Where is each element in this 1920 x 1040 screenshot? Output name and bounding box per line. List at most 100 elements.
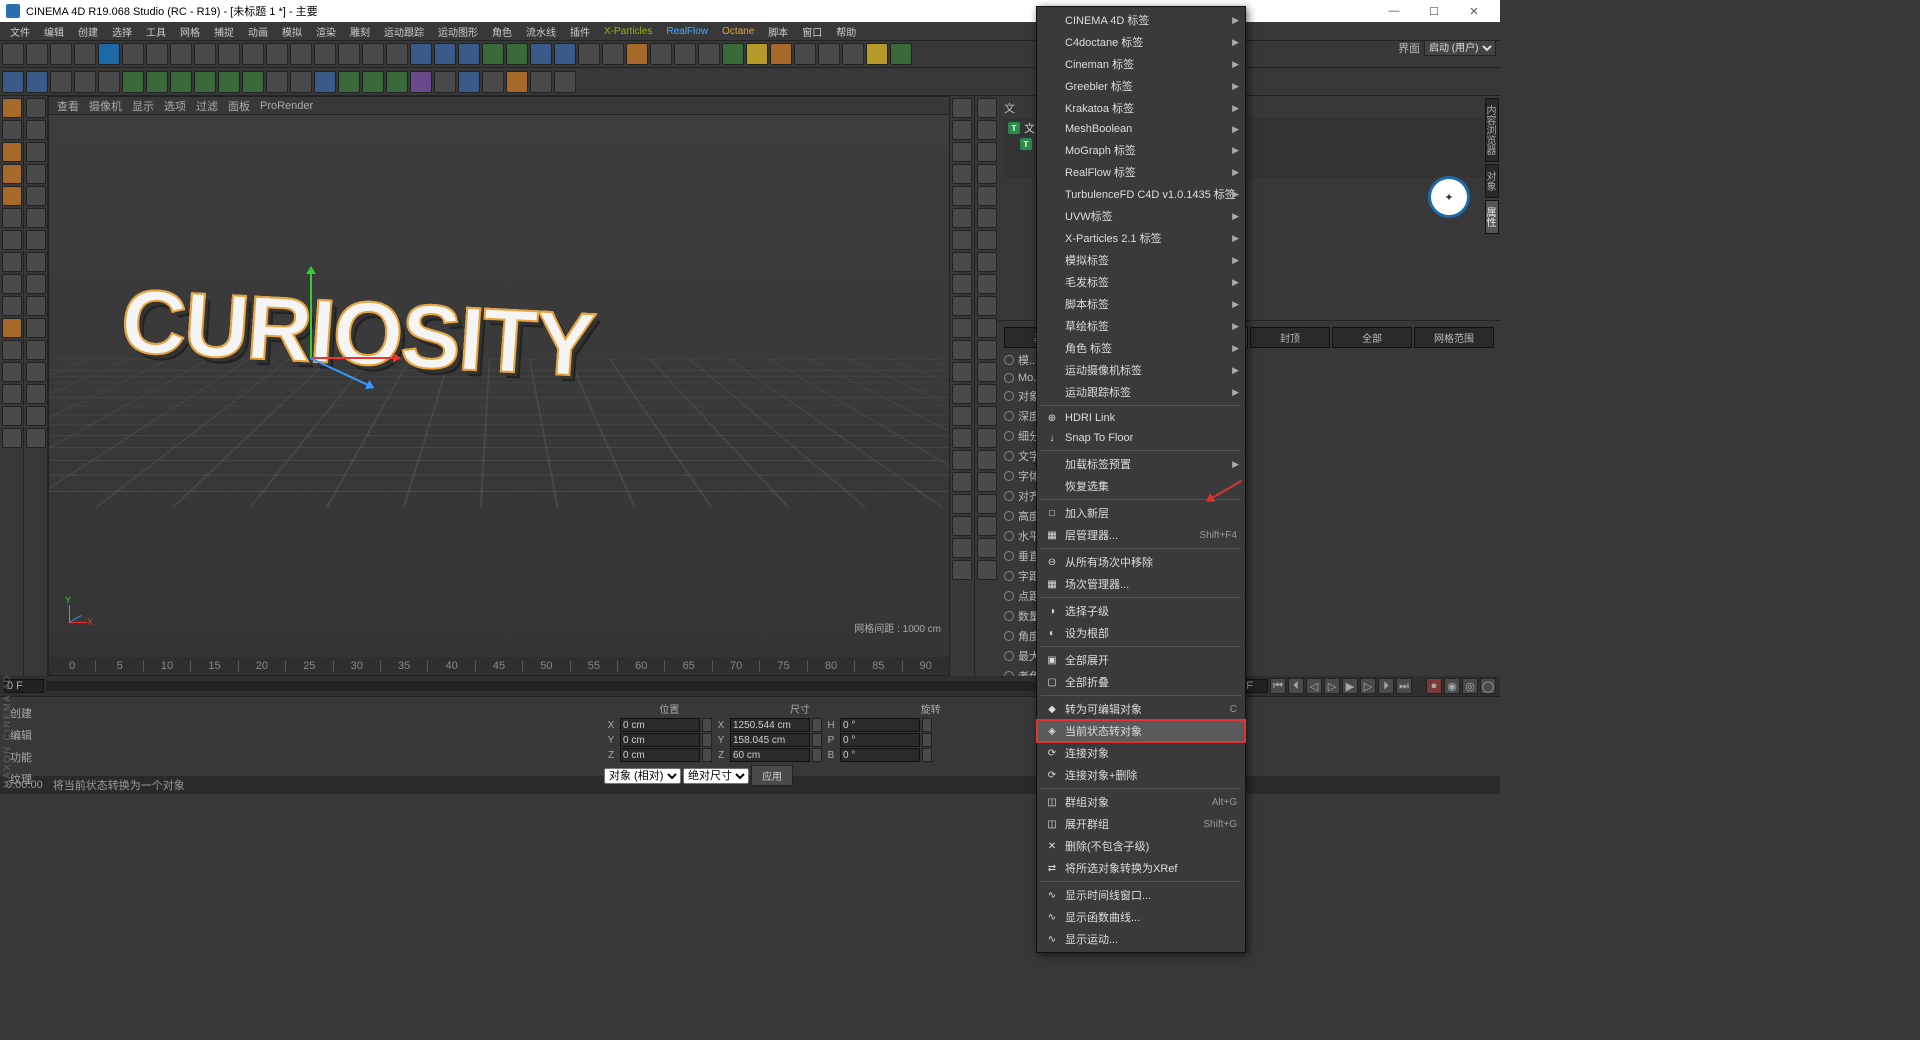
menu-帮助[interactable]: 帮助 [830, 23, 862, 40]
tool-button[interactable] [977, 296, 997, 316]
attr-tab[interactable]: 全部 [1332, 327, 1412, 348]
tool-button[interactable] [2, 274, 22, 294]
side-tab[interactable]: 对象 [1485, 164, 1499, 198]
tool-button[interactable] [626, 43, 648, 65]
tool-button[interactable] [977, 516, 997, 536]
bottom-tab[interactable]: 功能 [6, 747, 134, 767]
tool-button[interactable] [242, 71, 264, 93]
tool-button[interactable] [952, 98, 972, 118]
tool-button[interactable] [26, 71, 48, 93]
menu-item[interactable]: ⟳连接对象 [1037, 742, 1245, 764]
bottom-tab[interactable]: 创建 [6, 703, 134, 723]
tool-button[interactable] [977, 274, 997, 294]
tool-button[interactable] [410, 43, 432, 65]
tool-button[interactable] [977, 252, 997, 272]
tool-button[interactable] [952, 362, 972, 382]
menu-item[interactable]: ⟳连接对象+删除 [1037, 764, 1245, 786]
menu-创建[interactable]: 创建 [72, 23, 104, 40]
tool-button[interactable] [977, 340, 997, 360]
tool-button[interactable] [977, 450, 997, 470]
menu-运动跟踪[interactable]: 运动跟踪 [378, 23, 430, 40]
menu-工具[interactable]: 工具 [140, 23, 172, 40]
menu-文件[interactable]: 文件 [4, 23, 36, 40]
key-button[interactable]: ◯ [1480, 678, 1496, 694]
tool-button[interactable] [26, 164, 46, 184]
tool-button[interactable] [952, 142, 972, 162]
tool-button[interactable] [2, 98, 22, 118]
tool-button[interactable] [794, 43, 816, 65]
key-options-button[interactable]: ◎ [1462, 678, 1478, 694]
menu-item[interactable]: ◐设为根部 [1037, 622, 1245, 644]
tool-button[interactable] [952, 208, 972, 228]
tool-button[interactable] [952, 406, 972, 426]
menu-item[interactable]: ∿显示函数曲线... [1037, 906, 1245, 928]
menu-item[interactable]: 模拟标签▶ [1037, 249, 1245, 271]
layout-select[interactable]: 启动 (用户) [1424, 40, 1496, 56]
tool-button[interactable] [770, 43, 792, 65]
tool-button[interactable] [952, 252, 972, 272]
tool-button[interactable] [386, 43, 408, 65]
tool-button[interactable] [952, 428, 972, 448]
tool-button[interactable] [482, 71, 504, 93]
tool-button[interactable] [338, 43, 360, 65]
tool-button[interactable] [26, 252, 46, 272]
context-menu[interactable]: CINEMA 4D 标签▶C4doctane 标签▶Cineman 标签▶Gre… [1036, 6, 1246, 953]
tool-button[interactable] [26, 208, 46, 228]
tool-button[interactable] [977, 186, 997, 206]
tool-button[interactable] [698, 43, 720, 65]
apply-button[interactable]: 应用 [751, 765, 793, 786]
size-mode-select[interactable]: 绝对尺寸 [683, 768, 749, 784]
tool-button[interactable] [2, 186, 22, 206]
menu-item[interactable]: Cineman 标签▶ [1037, 53, 1245, 75]
tool-button[interactable] [98, 71, 120, 93]
tool-button[interactable] [26, 98, 46, 118]
menu-item[interactable]: ▦场次管理器... [1037, 573, 1245, 595]
tool-button[interactable] [952, 560, 972, 580]
menu-item[interactable]: Greebler 标签▶ [1037, 75, 1245, 97]
tool-button[interactable] [122, 43, 144, 65]
menu-item[interactable]: ⊕HDRI Link [1037, 408, 1245, 428]
tool-button[interactable] [890, 43, 912, 65]
tool-button[interactable] [842, 43, 864, 65]
vp-tab[interactable]: ProRender [260, 100, 313, 112]
tool-button[interactable] [952, 384, 972, 404]
gizmo-x-axis[interactable] [310, 357, 400, 359]
menu-渲染[interactable]: 渲染 [310, 23, 342, 40]
tool-button[interactable] [194, 71, 216, 93]
pos-y[interactable] [620, 733, 700, 747]
tool-button[interactable] [2, 406, 22, 426]
tool-button[interactable] [218, 43, 240, 65]
tool-button[interactable] [74, 43, 96, 65]
tool-button[interactable] [650, 43, 672, 65]
next-frame-button[interactable]: ▷ [1360, 678, 1376, 694]
tool-button[interactable] [2, 208, 22, 228]
tool-button[interactable] [2, 362, 22, 382]
tool-button[interactable] [266, 71, 288, 93]
close-button[interactable]: ✕ [1454, 0, 1494, 22]
timeline-ruler[interactable]: 051015202530354045505560657075808590 [49, 657, 949, 675]
menu-item[interactable]: 角色 标签▶ [1037, 337, 1245, 359]
tool-button[interactable] [314, 43, 336, 65]
tool-button[interactable] [146, 43, 168, 65]
tool-button[interactable] [977, 362, 997, 382]
next-key-button[interactable]: ⏵ [1378, 678, 1394, 694]
tool-button[interactable] [952, 164, 972, 184]
tool-button[interactable] [977, 406, 997, 426]
tool-button[interactable] [26, 120, 46, 140]
tool-button[interactable] [170, 71, 192, 93]
attr-tab[interactable]: 封顶 [1250, 327, 1330, 348]
prev-key-button[interactable]: ⏴ [1288, 678, 1304, 694]
tool-button[interactable] [266, 43, 288, 65]
tool-button[interactable] [952, 318, 972, 338]
gizmo-y-axis[interactable] [310, 267, 312, 357]
menu-item[interactable]: ↓Snap To Floor [1037, 428, 1245, 448]
vp-tab[interactable]: 面板 [228, 98, 250, 114]
size-y[interactable] [730, 733, 810, 747]
menu-雕刻[interactable]: 雕刻 [344, 23, 376, 40]
tool-button[interactable] [2, 164, 22, 184]
tool-button[interactable] [26, 406, 46, 426]
tool-button[interactable] [458, 43, 480, 65]
menu-item[interactable]: ▢全部折叠 [1037, 671, 1245, 693]
tool-button[interactable] [194, 43, 216, 65]
tool-button[interactable] [50, 43, 72, 65]
